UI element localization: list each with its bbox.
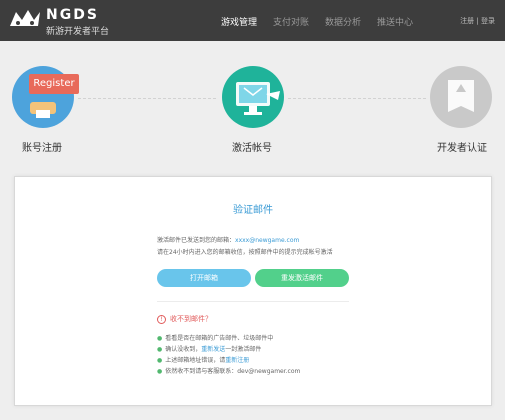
ngds-logo-icon [10,10,40,26]
nav-game-management[interactable]: 游戏管理 [221,15,257,28]
instruction-text: 请在24小时内进入您的邮箱收信，按照邮件中的提示完成帐号激活 [157,249,333,256]
step-verify-icon [430,66,492,128]
re-register-link[interactable]: 重新注册 [225,357,249,364]
auth-separator: | [476,17,479,25]
step-verify-label: 开发者认证 [437,143,487,154]
step-connector [288,98,426,99]
bullet-icon: ● [157,335,163,342]
resend-link[interactable]: 重新发送 [201,346,225,353]
email-address: xxxx@newgame.com [235,237,300,244]
card-title: 验证邮件 [233,205,273,216]
list-item: ● 确认没收到，重新发送一封激活邮件 [157,346,262,353]
list-item: ● 依然收不到请与客服联系：dev@newgamer.com [157,368,301,375]
tips-list: ● 看看是否在邮箱的广告邮件、垃圾邮件中 ● 确认没收到，重新发送一封激活邮件 ● 上… [157,333,300,377]
step-activate-label: 激活帐号 [232,143,272,154]
warning-icon: ! [157,314,166,324]
nav-payment[interactable]: 支付对账 [273,15,309,28]
no-email-warning: ! 收不到邮件？ [157,314,212,324]
auth-links: 注册 | 登录 [460,16,495,26]
divider [157,301,349,302]
list-item: ● 上述邮箱地址错误，请重新注册 [157,357,250,364]
register-link[interactable]: 注册 [460,17,474,25]
login-link[interactable]: 登录 [481,17,495,25]
nav-analytics[interactable]: 数据分析 [325,15,361,28]
register-badge: Register [29,74,79,94]
sent-to-text: 激活邮件已发送到您的邮箱：xxxx@newgame.com [157,237,300,244]
resend-email-button[interactable]: 重发激活邮件 [255,269,349,287]
step-activate-icon [222,66,284,128]
verify-email-card: 验证邮件 激活邮件已发送到您的邮箱：xxxx@newgame.com 请在24小… [14,176,492,406]
top-header: NGDS 新游开发者平台 游戏管理 支付对账 数据分析 推送中心 注册 | 登录 [0,0,505,41]
bullet-icon: ● [157,346,163,353]
nav-push[interactable]: 推送中心 [377,15,413,28]
step-register-icon: Register [12,66,79,128]
brand-subtitle: 新游开发者平台 [46,27,110,37]
open-mailbox-button[interactable]: 打开邮箱 [157,269,251,287]
step-register-label: 账号注册 [22,143,62,154]
bullet-icon: ● [157,357,163,364]
bullet-icon: ● [157,368,163,375]
step-connector [78,98,216,99]
brand-name: NGDS [46,7,99,23]
list-item: ● 看看是否在邮箱的广告邮件、垃圾邮件中 [157,335,274,342]
